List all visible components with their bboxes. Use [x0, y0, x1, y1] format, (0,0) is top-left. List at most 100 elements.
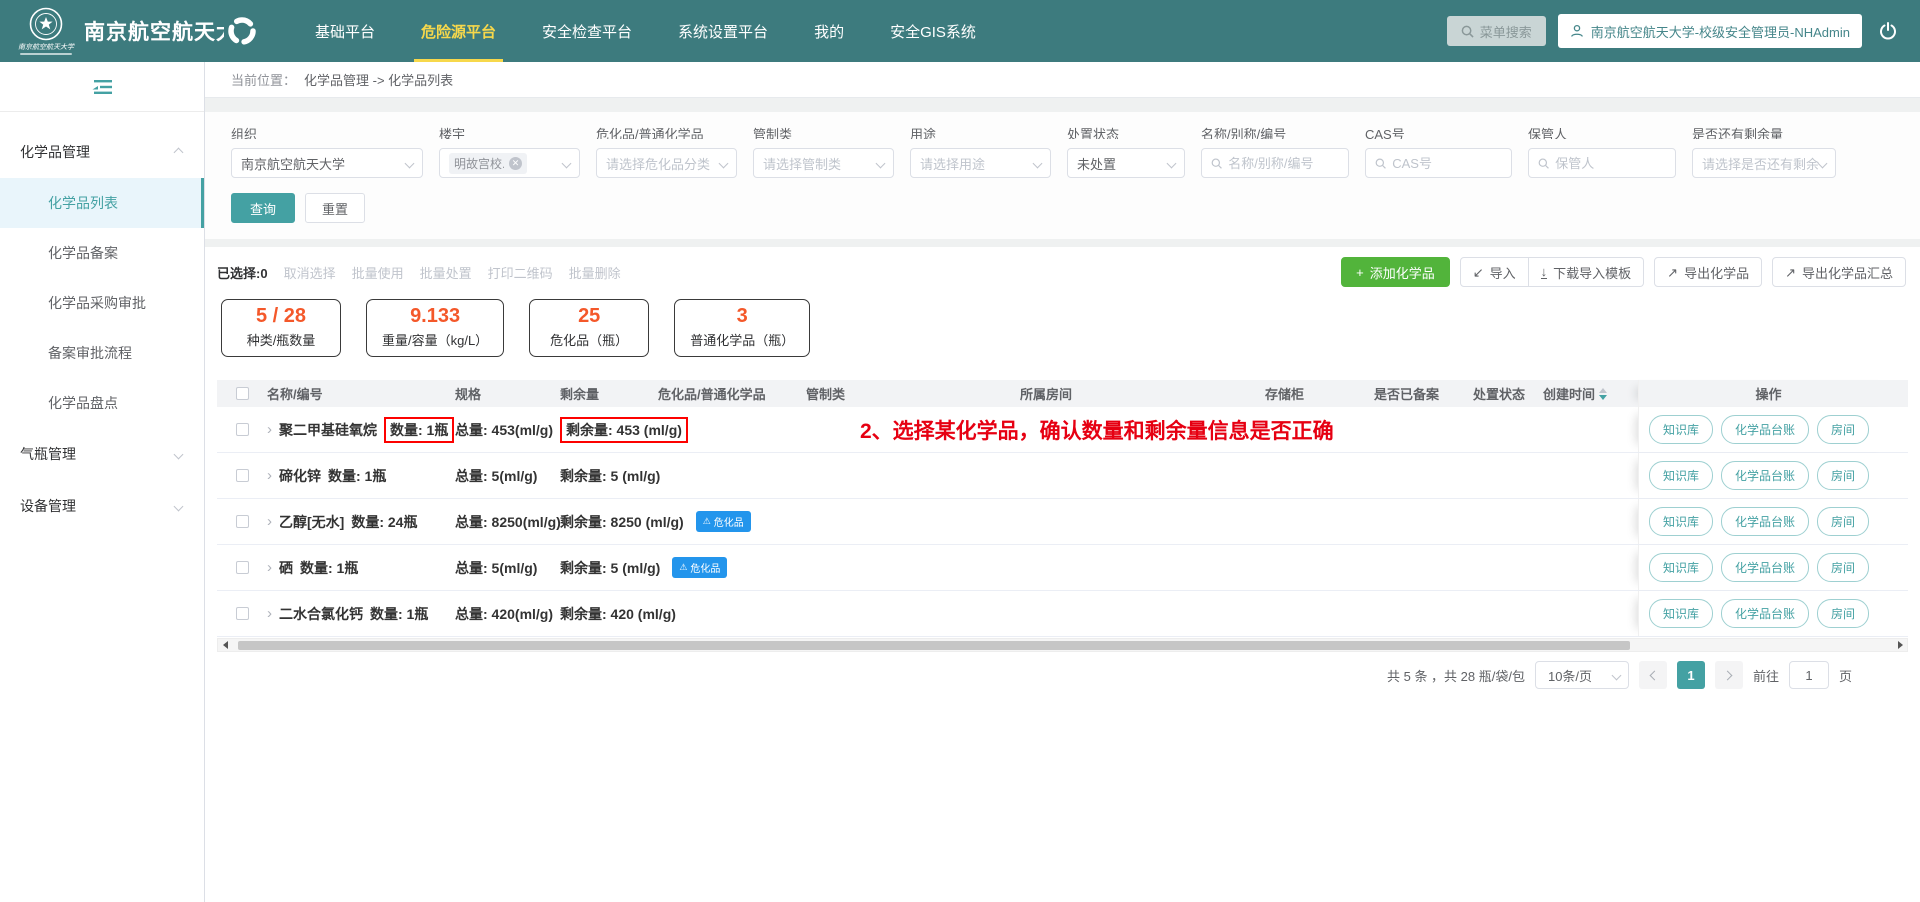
chemical-name: 乙醇[无水]: [279, 512, 344, 532]
cas-search-input[interactable]: [1392, 156, 1502, 171]
sidebar-group-chemical-management[interactable]: 化学品管理: [0, 126, 204, 178]
query-button[interactable]: 查询: [231, 193, 295, 223]
row-checkbox[interactable]: [236, 561, 249, 574]
knowledge-base-button[interactable]: 知识库: [1649, 415, 1713, 444]
chemical-ledger-button[interactable]: 化学品台账: [1721, 553, 1809, 582]
expand-row-icon[interactable]: ›: [267, 422, 272, 437]
room-button[interactable]: 房间: [1817, 553, 1869, 582]
has-remaining-select[interactable]: 请选择是否还有剩余: [1692, 148, 1836, 178]
nav-item-safety-check-platform[interactable]: 安全检查平台: [519, 0, 655, 62]
hazard-category-select[interactable]: 请选择危化品分类: [596, 148, 737, 178]
filter-label: 是否还有剩余量: [1692, 124, 1836, 139]
nav-item-mine[interactable]: 我的: [791, 0, 867, 62]
search-icon: [1375, 157, 1386, 170]
usage-select[interactable]: 请选择用途: [910, 148, 1051, 178]
organization-value: 南京航空航天大学: [241, 154, 345, 173]
row-checkbox[interactable]: [236, 423, 249, 436]
bulk-delete-link[interactable]: 批量删除: [569, 263, 621, 282]
user-account[interactable]: 南京航空航天大学-校级安全管理员-NHAdmin: [1558, 14, 1862, 48]
logout-power-icon[interactable]: [1878, 21, 1898, 41]
logo-script-text: 南京航空航天大学: [18, 42, 74, 52]
menu-search-button[interactable]: 菜单搜索: [1447, 16, 1546, 46]
filter-label: 保管人: [1528, 124, 1676, 139]
sidebar-item-filing-approval-flow[interactable]: 备案审批流程: [0, 328, 204, 378]
remaining-highlight-box: 剩余量: 453 (ml/g): [560, 417, 688, 443]
nav-item-basic-platform[interactable]: 基础平台: [292, 0, 398, 62]
room-button[interactable]: 房间: [1817, 507, 1869, 536]
nav-item-system-settings-platform[interactable]: 系统设置平台: [655, 0, 791, 62]
prev-page-button[interactable]: [1639, 661, 1667, 689]
row-checkbox[interactable]: [236, 515, 249, 528]
add-chemical-button[interactable]: + 添加化学品: [1341, 257, 1450, 287]
placeholder-text: 请选择是否还有剩余: [1702, 154, 1819, 173]
export-chemicals-label: 导出化学品: [1684, 263, 1749, 282]
select-all-checkbox[interactable]: [236, 387, 249, 400]
building-select[interactable]: 明故宫校... ✕: [439, 148, 580, 178]
row-checkbox[interactable]: [236, 607, 249, 620]
chemical-ledger-button[interactable]: 化学品台账: [1721, 415, 1809, 444]
knowledge-base-button[interactable]: 知识库: [1649, 461, 1713, 490]
sidebar-group-gas-cylinder[interactable]: 气瓶管理: [0, 428, 204, 480]
row-checkbox[interactable]: [236, 469, 249, 482]
control-type-select[interactable]: 请选择管制类: [753, 148, 894, 178]
export-summary-button[interactable]: ↗ 导出化学品汇总: [1772, 257, 1906, 287]
knowledge-base-button[interactable]: 知识库: [1649, 507, 1713, 536]
import-button[interactable]: ↙ 导入: [1460, 257, 1529, 287]
export-chemicals-button[interactable]: ↗ 导出化学品: [1654, 257, 1762, 287]
scroll-right-arrow[interactable]: [1893, 641, 1907, 649]
pagination: 共 5 条 ，共 28 瓶/袋/包 10条/页 1 前往 页: [217, 661, 1908, 689]
collapse-sidebar-icon[interactable]: [90, 78, 114, 96]
print-qrcode-link[interactable]: 打印二维码: [488, 263, 553, 282]
hazardous-badge: ⚠ 危化品: [696, 511, 751, 532]
next-page-button[interactable]: [1715, 661, 1743, 689]
scroll-left-arrow[interactable]: [218, 641, 232, 649]
sidebar-item-chemical-filing[interactable]: 化学品备案: [0, 228, 204, 278]
scrollbar-thumb[interactable]: [238, 641, 1630, 650]
bulk-toolbar: 已选择:0 取消选择 批量使用 批量处置 打印二维码 批量删除 + 添加化学品: [217, 255, 1908, 289]
download-template-button[interactable]: ↓ 下载导入模板: [1529, 257, 1645, 287]
horizontal-scrollbar[interactable]: [217, 638, 1908, 652]
nav-item-hazard-platform[interactable]: 危险源平台: [398, 0, 519, 62]
cancel-selection-link[interactable]: 取消选择: [284, 263, 336, 282]
sidebar-item-purchase-approval[interactable]: 化学品采购审批: [0, 278, 204, 328]
organization-select[interactable]: 南京航空航天大学: [231, 148, 423, 178]
sidebar-group-equipment[interactable]: 设备管理: [0, 480, 204, 532]
chemical-remaining: 剩余量: 420 (ml/g): [560, 604, 676, 624]
room-button[interactable]: 房间: [1817, 461, 1869, 490]
expand-row-icon[interactable]: ›: [267, 560, 272, 575]
breadcrumb-path: 化学品管理 -> 化学品列表: [304, 70, 453, 89]
search-icon: [1538, 157, 1549, 170]
disposal-status-select[interactable]: 未处置: [1067, 148, 1185, 178]
disposal-status-value: 未处置: [1077, 154, 1116, 173]
page-size-select[interactable]: 10条/页: [1535, 661, 1629, 689]
room-button[interactable]: 房间: [1817, 599, 1869, 628]
chemical-name: 硒: [279, 558, 293, 578]
chemical-ledger-button[interactable]: 化学品台账: [1721, 507, 1809, 536]
remove-tag-icon[interactable]: ✕: [509, 157, 522, 170]
placeholder-text: 请选择危化品分类: [606, 154, 710, 173]
chemical-ledger-button[interactable]: 化学品台账: [1721, 599, 1809, 628]
expand-row-icon[interactable]: ›: [267, 606, 272, 621]
reset-button[interactable]: 重置: [305, 193, 365, 223]
knowledge-base-button[interactable]: 知识库: [1649, 553, 1713, 582]
expand-row-icon[interactable]: ›: [267, 514, 272, 529]
sort-carets[interactable]: [1599, 388, 1607, 400]
expand-row-icon[interactable]: ›: [267, 468, 272, 483]
room-button[interactable]: 房间: [1817, 415, 1869, 444]
sidebar-item-chemical-list[interactable]: 化学品列表: [0, 178, 204, 228]
sort-desc-icon: [1599, 395, 1607, 400]
custodian-search-input[interactable]: [1555, 156, 1666, 171]
nav-item-gis-system[interactable]: 安全GIS系统: [867, 0, 999, 62]
table-header: 名称/编号 规格 剩余量 危化品/普通化学品 管制类 所属房间 存储柜 是否已备…: [217, 380, 1908, 407]
bulk-use-link[interactable]: 批量使用: [352, 263, 404, 282]
name-search-input[interactable]: [1228, 156, 1339, 171]
knowledge-base-button[interactable]: 知识库: [1649, 599, 1713, 628]
header-hazard-type: 危化品/普通化学品: [658, 384, 806, 403]
chemical-ledger-button[interactable]: 化学品台账: [1721, 461, 1809, 490]
current-page[interactable]: 1: [1677, 661, 1705, 689]
filter-name-alias-code: 名称/别称/编号: [1201, 124, 1349, 178]
sidebar-item-chemical-inventory[interactable]: 化学品盘点: [0, 378, 204, 428]
bulk-dispose-link[interactable]: 批量处置: [420, 263, 472, 282]
goto-page-input[interactable]: [1789, 661, 1829, 689]
hazardous-badge-label: 危化品: [714, 514, 744, 529]
